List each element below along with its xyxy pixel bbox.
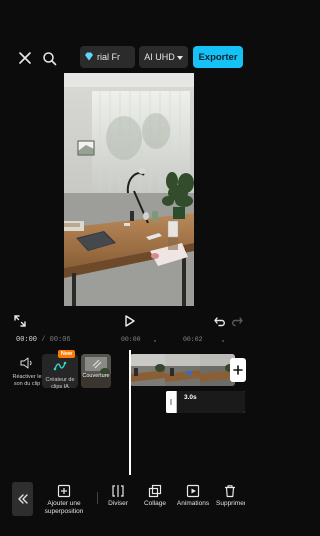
split-button[interactable]: Diviser [105, 484, 131, 508]
video-clip-track[interactable] [130, 354, 235, 386]
collapse-toolbar-button[interactable] [12, 482, 33, 516]
chevron-down-icon [176, 52, 183, 62]
search-icon[interactable] [38, 47, 60, 69]
collage-label: Collage [143, 500, 167, 507]
diamond-icon [84, 52, 94, 63]
export-button[interactable]: Exporter [193, 46, 243, 68]
ruler-dot [222, 340, 224, 342]
undo-icon[interactable] [212, 313, 228, 329]
preview-frame-image [64, 73, 194, 306]
split-label: Diviser [108, 500, 128, 507]
total-time: 00:06 [49, 336, 71, 344]
animations-label: Animations [176, 500, 210, 507]
collage-icon [148, 484, 162, 498]
delete-button[interactable]: Supprimer [214, 484, 245, 508]
playhead[interactable] [129, 350, 131, 475]
time-separator: / [37, 336, 50, 344]
trim-handle[interactable] [166, 391, 177, 413]
speaker-icon [20, 357, 32, 369]
double-chevron-left-icon [17, 494, 28, 504]
new-badge: New [58, 350, 75, 358]
quality-selector[interactable]: AI UHD [139, 46, 188, 68]
close-icon[interactable] [14, 47, 36, 69]
cover-thumbnail[interactable] [81, 354, 111, 388]
toolbar-divider [97, 492, 98, 504]
quality-label: AI UHD [144, 52, 175, 62]
cover-label: Couverture [82, 373, 110, 379]
video-preview[interactable] [64, 73, 194, 306]
overlay-track-clip[interactable] [166, 391, 245, 413]
animations-icon [186, 484, 200, 498]
collage-button[interactable]: Collage [140, 484, 170, 508]
ruler-tick: 00:02 [183, 336, 203, 343]
unmute-clip-label: Réactiver le son du clip [12, 374, 42, 387]
animations-button[interactable]: Animations [174, 484, 212, 508]
delete-label: Supprimer [216, 500, 245, 507]
cover-image [81, 354, 111, 388]
clip-thumbnails [130, 354, 235, 386]
play-icon[interactable] [121, 313, 137, 329]
trial-label: rial Fr [97, 52, 120, 62]
add-clip-button[interactable] [230, 358, 246, 382]
fullscreen-icon[interactable] [12, 313, 28, 329]
redo-icon[interactable] [231, 313, 245, 329]
ai-clip-creator-button[interactable]: Créateur de clips IA [42, 354, 78, 390]
timecode: 00:00 / 00:06 [16, 336, 71, 344]
plus-icon [233, 365, 243, 375]
pro-trial-button[interactable]: rial Fr [80, 46, 135, 68]
add-overlay-label: Ajouter une superposition [44, 500, 84, 515]
clip-duration-label: 3.0s [184, 394, 197, 401]
add-overlay-icon [57, 484, 71, 498]
ai-clips-icon [53, 361, 67, 371]
ai-clip-creator-label: Créateur de clips IA [45, 377, 75, 390]
ruler-dot [154, 340, 156, 342]
top-bar: rial Fr AI UHD Exporter [0, 44, 245, 72]
unmute-clip-button[interactable]: Réactiver le son du clip [12, 356, 42, 387]
add-overlay-button[interactable]: Ajouter une superposition [40, 484, 88, 516]
current-time: 00:00 [16, 336, 38, 344]
split-icon [112, 485, 124, 497]
trash-icon [224, 485, 235, 498]
ruler-tick: 00:00 [121, 336, 141, 343]
